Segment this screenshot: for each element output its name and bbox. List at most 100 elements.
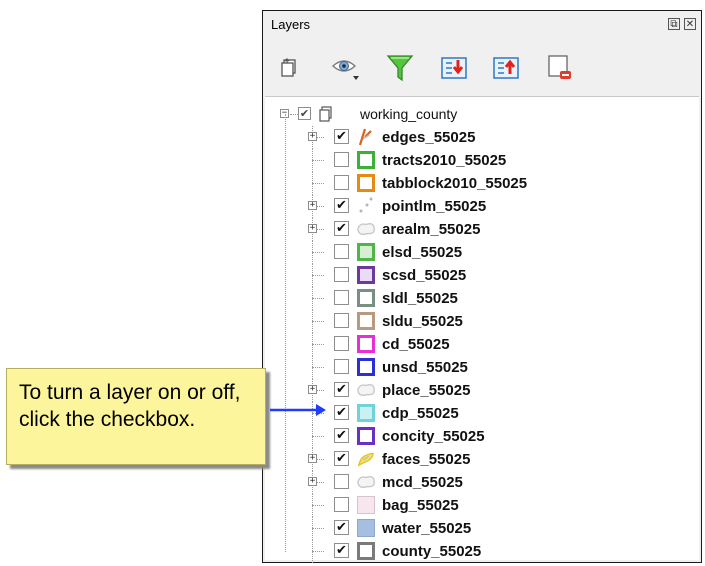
layer-label: sldu_55025: [382, 313, 463, 330]
layer-row[interactable]: bag_55025: [265, 494, 699, 517]
layer-symbol: [356, 518, 376, 538]
group-icon: [316, 104, 336, 124]
layer-label: edges_55025: [382, 129, 476, 146]
remove-layer-icon: [548, 55, 571, 79]
layer-visibility-checkbox[interactable]: ✔: [334, 428, 349, 443]
layer-row[interactable]: ✔ water_55025: [265, 517, 699, 540]
layer-row[interactable]: + ✔ faces_55025: [265, 448, 699, 471]
layer-symbol: [356, 472, 376, 492]
tree-branch-line: [312, 505, 324, 506]
add-group-icon: [281, 58, 296, 77]
polygon-symbol-icon: [357, 383, 375, 396]
collapse-all-button[interactable]: [491, 53, 521, 83]
expand-layer-toggle[interactable]: +: [308, 454, 317, 463]
layer-group-row: − ✔ working_county: [265, 103, 699, 126]
add-group-button[interactable]: [275, 53, 305, 83]
layer-visibility-checkbox[interactable]: ✔: [334, 543, 349, 558]
layer-visibility-checkbox[interactable]: ✔: [334, 221, 349, 236]
layer-row[interactable]: tabblock2010_55025: [265, 172, 699, 195]
layer-symbol: [356, 311, 376, 331]
layer-row[interactable]: sldl_55025: [265, 287, 699, 310]
layer-row[interactable]: cd_55025: [265, 333, 699, 356]
layer-visibility-checkbox[interactable]: [334, 244, 349, 259]
layer-row[interactable]: sldu_55025: [265, 310, 699, 333]
expand-layer-toggle[interactable]: +: [308, 132, 317, 141]
expand-layer-toggle[interactable]: +: [308, 224, 317, 233]
layer-visibility-checkbox[interactable]: [334, 497, 349, 512]
expand-layer-toggle[interactable]: +: [308, 201, 317, 210]
fill-symbol-icon: [357, 496, 375, 514]
layer-row[interactable]: + ✔ edges_55025: [265, 126, 699, 149]
layer-visibility-checkbox[interactable]: [334, 359, 349, 374]
layer-row[interactable]: unsd_55025: [265, 356, 699, 379]
expand-all-button[interactable]: [439, 53, 469, 83]
tree-branch-line: [312, 344, 324, 345]
layer-symbol: [356, 449, 376, 469]
expand-layer-toggle[interactable]: +: [308, 385, 317, 394]
instruction-callout: To turn a layer on or off, click the che…: [6, 368, 266, 465]
layer-row[interactable]: ✔ concity_55025: [265, 425, 699, 448]
faces-symbol-icon: [357, 452, 375, 467]
layer-visibility-checkbox[interactable]: [334, 474, 349, 489]
layer-symbol: [356, 265, 376, 285]
point-symbol-icon: [359, 197, 373, 213]
layer-label: unsd_55025: [382, 359, 468, 376]
polygon-outline-icon: [357, 174, 375, 192]
filter-legend-button[interactable]: [385, 53, 415, 83]
layer-label: bag_55025: [382, 497, 459, 514]
layer-row[interactable]: + ✔ pointlm_55025: [265, 195, 699, 218]
expand-layer-toggle[interactable]: +: [308, 477, 317, 486]
group-label: working_county: [360, 106, 458, 122]
layer-visibility-checkbox[interactable]: ✔: [334, 129, 349, 144]
polygon-outline-icon: [357, 427, 375, 445]
remove-layer-button[interactable]: [545, 53, 575, 83]
fill-symbol-icon: [357, 519, 375, 537]
collapse-all-icon: [493, 57, 519, 79]
polygon-outline-icon: [357, 404, 375, 422]
layer-visibility-checkbox[interactable]: ✔: [334, 198, 349, 213]
float-panel-button[interactable]: ⧉: [668, 18, 680, 30]
tree-branch-line: [312, 275, 324, 276]
layer-label: mcd_55025: [382, 474, 463, 491]
callout-text: To turn a layer on or off, click the che…: [19, 381, 241, 431]
layer-visibility-checkbox[interactable]: ✔: [334, 382, 349, 397]
layer-label: water_55025: [382, 520, 472, 537]
layer-visibility-checkbox[interactable]: ✔: [334, 451, 349, 466]
polygon-outline-icon: [357, 542, 375, 560]
layer-visibility-checkbox[interactable]: [334, 175, 349, 190]
layer-symbol: [356, 403, 376, 423]
layer-visibility-checkbox[interactable]: ✔: [334, 520, 349, 535]
tree-branch-line: [312, 436, 324, 437]
layer-row[interactable]: + mcd_55025: [265, 471, 699, 494]
layer-symbol: [356, 288, 376, 308]
layer-row[interactable]: tracts2010_55025: [265, 149, 699, 172]
layer-symbol: [356, 357, 376, 377]
layer-visibility-checkbox[interactable]: [334, 290, 349, 305]
layer-symbol: [356, 242, 376, 262]
layer-row[interactable]: elsd_55025: [265, 241, 699, 264]
layer-row[interactable]: + ✔ arealm_55025: [265, 218, 699, 241]
layer-symbol: [356, 219, 376, 239]
layer-visibility-checkbox[interactable]: [334, 152, 349, 167]
layer-symbol: [356, 426, 376, 446]
layer-row[interactable]: scsd_55025: [265, 264, 699, 287]
tree-branch-line: [312, 528, 324, 529]
polygon-outline-icon: [357, 358, 375, 376]
layer-row[interactable]: ✔ county_55025: [265, 540, 699, 563]
layer-visibility-checkbox[interactable]: [334, 267, 349, 282]
visibility-eye-icon: [331, 60, 359, 80]
layer-label: arealm_55025: [382, 221, 481, 238]
polygon-outline-icon: [357, 243, 375, 261]
tree-branch-line: [312, 367, 324, 368]
tree-branch-line: [312, 160, 324, 161]
layer-label: place_55025: [382, 382, 471, 399]
callout-arrow: [270, 404, 326, 416]
close-panel-button[interactable]: ✕: [684, 18, 696, 30]
tree-branch-line: [312, 298, 324, 299]
layer-visibility-checkbox[interactable]: [334, 336, 349, 351]
group-visibility-checkbox[interactable]: ✔: [298, 107, 311, 120]
layer-visibility-checkbox[interactable]: [334, 313, 349, 328]
layer-row[interactable]: + ✔ place_55025: [265, 379, 699, 402]
layer-visibility-checkbox[interactable]: ✔: [334, 405, 349, 420]
manage-visibility-button[interactable]: [331, 53, 361, 83]
